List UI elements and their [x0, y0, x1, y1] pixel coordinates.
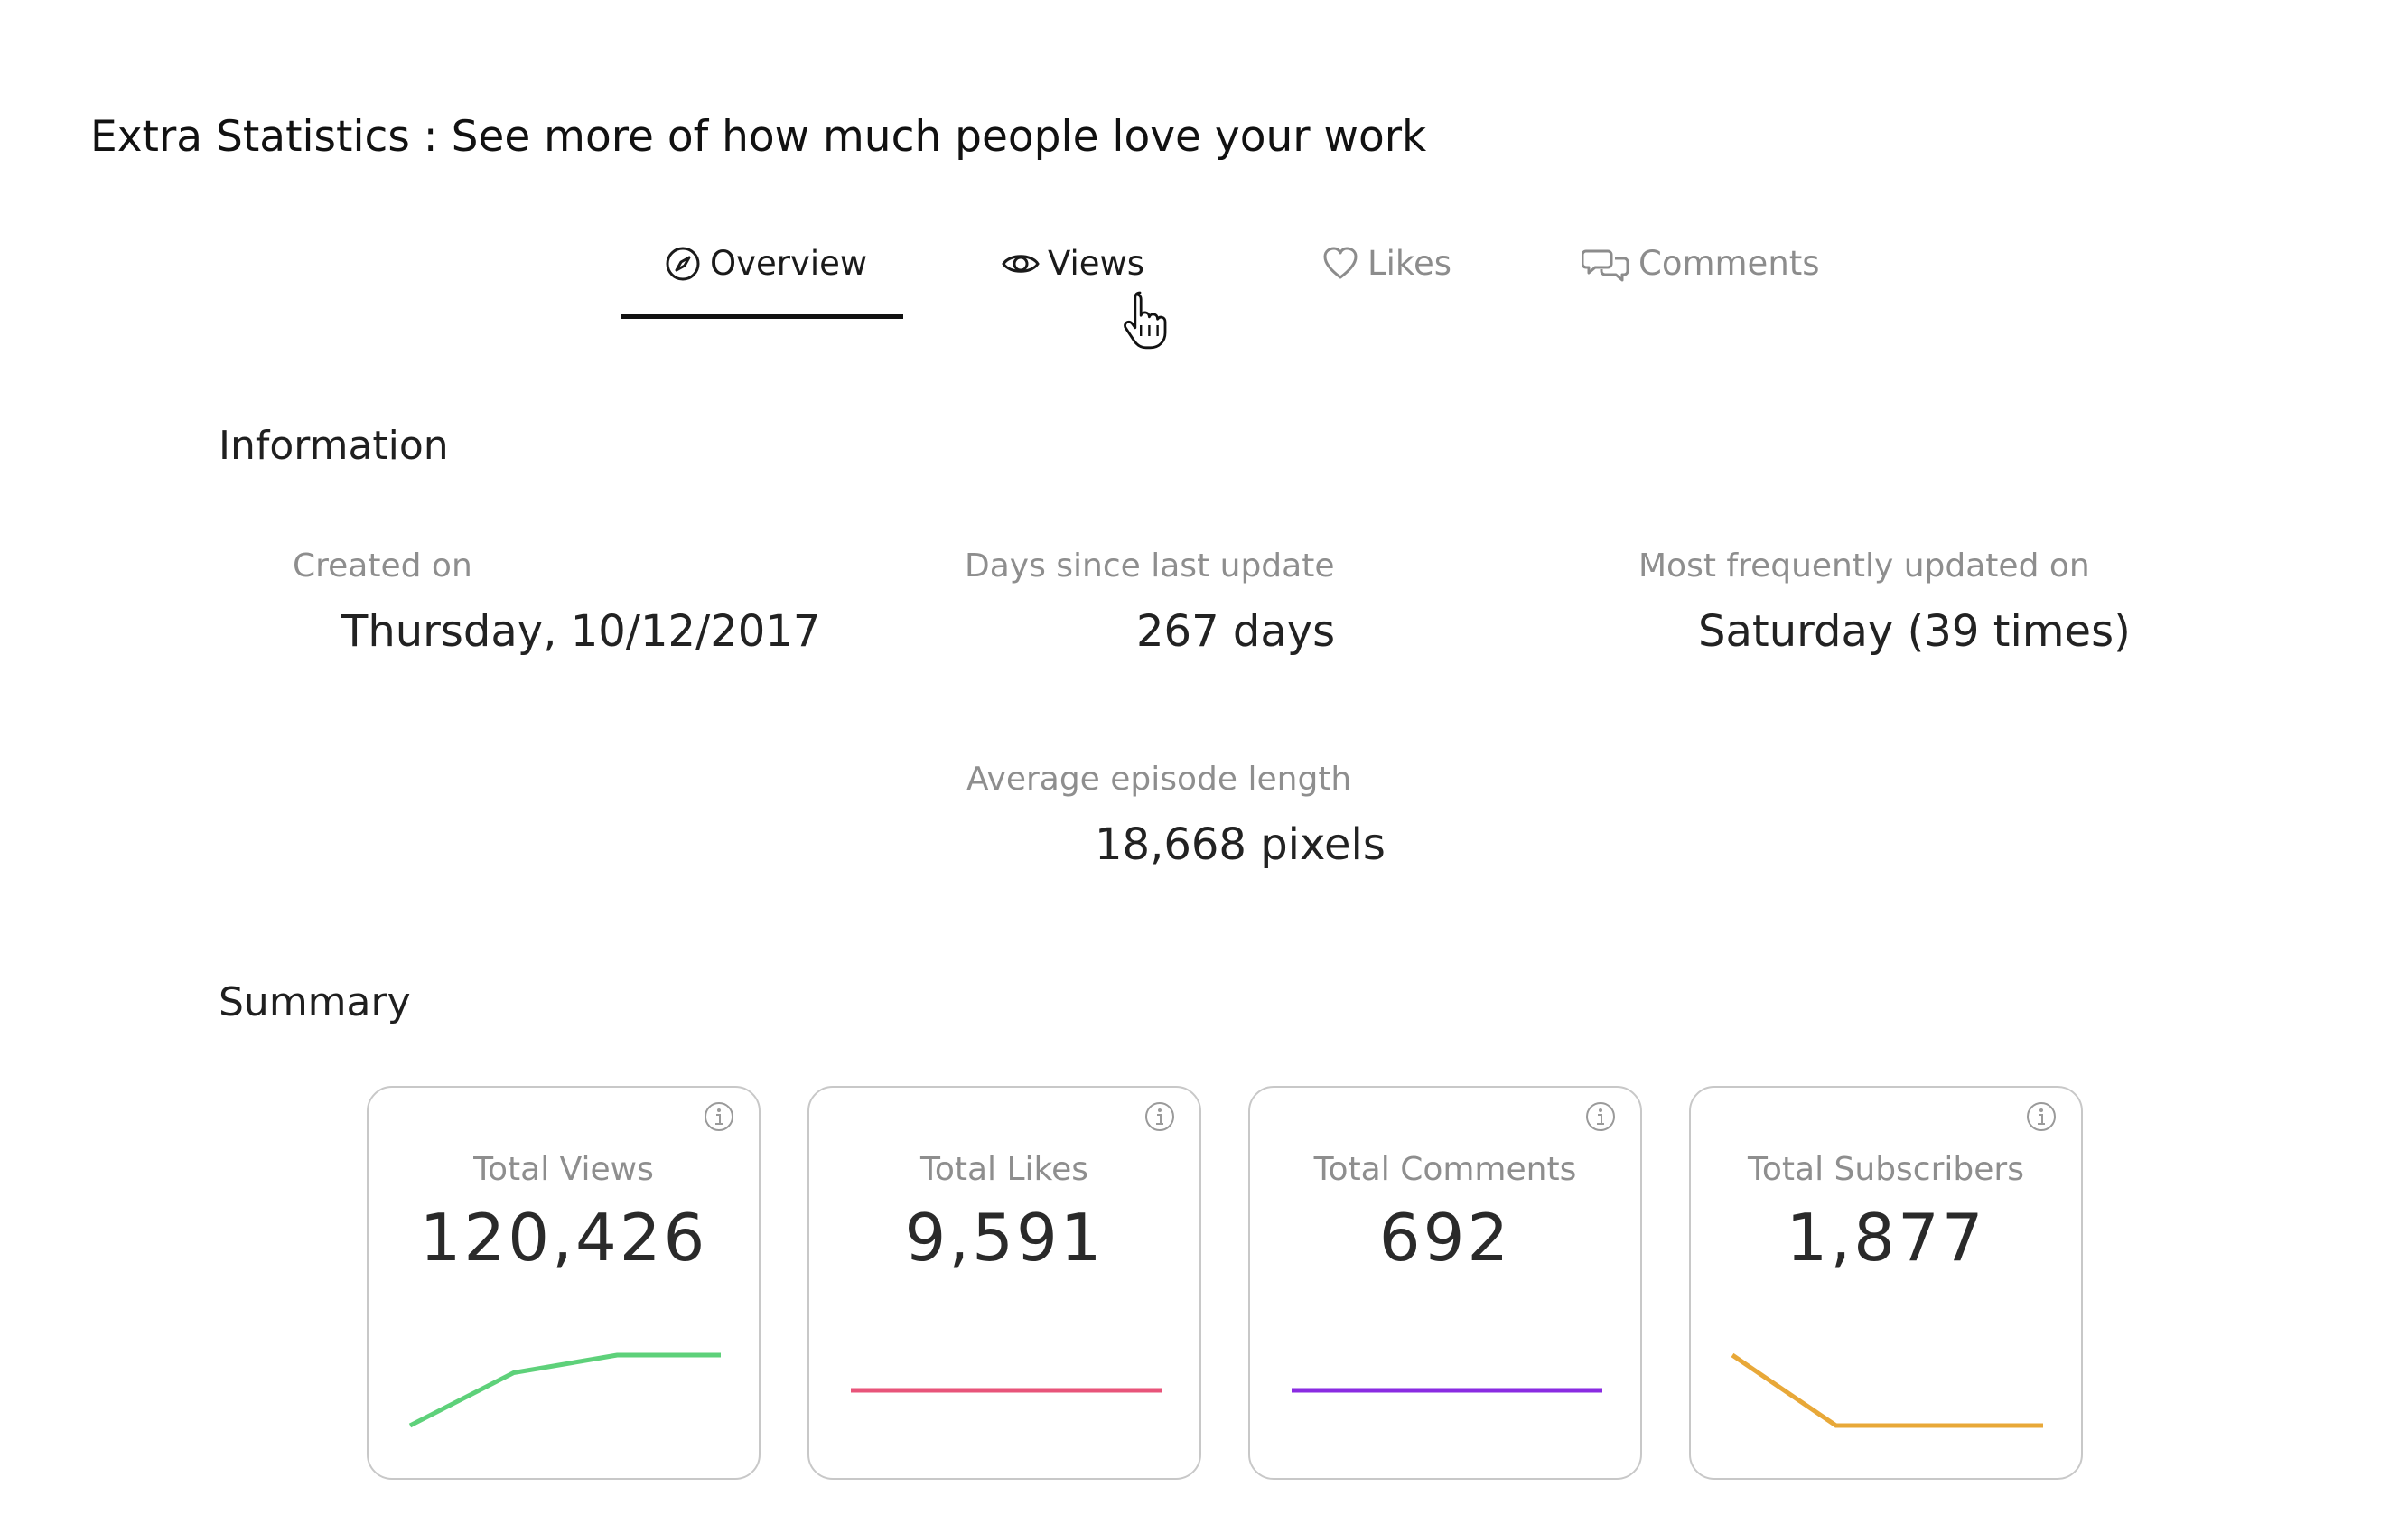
- tab-bar: Overview Views Likes Comments: [0, 244, 2408, 325]
- active-tab-indicator: [621, 314, 903, 319]
- avg-episode-length-label: Average episode length: [966, 761, 1352, 798]
- tab-label: Comments: [1638, 244, 1820, 283]
- total-comments-card: Total Comments 692: [1248, 1086, 1642, 1480]
- total-subscribers-card: Total Subscribers 1,877: [1689, 1086, 2083, 1480]
- card-label: Total Likes: [919, 1151, 1089, 1188]
- compass-icon: [666, 247, 700, 281]
- info-icon[interactable]: [1584, 1100, 1617, 1133]
- card-value: 120,426: [419, 1200, 708, 1276]
- hand-cursor-icon: [1124, 291, 1167, 350]
- most-frequent-item: Most frequently updated on Saturday (39 …: [1638, 547, 2307, 657]
- total-views-card: Total Views 120,426: [367, 1086, 761, 1480]
- tab-likes[interactable]: Likes: [1321, 244, 1451, 322]
- likes-sparkline: [851, 1388, 1162, 1393]
- card-value: 1,877: [1786, 1200, 1986, 1276]
- created-on-label: Created on: [293, 547, 472, 585]
- tab-label: Views: [1048, 244, 1145, 283]
- card-label: Total Subscribers: [1748, 1151, 2024, 1188]
- eye-icon: [1002, 255, 1040, 273]
- card-value: 9,591: [904, 1200, 1105, 1276]
- heart-icon: [1323, 247, 1358, 279]
- avg-episode-length-item: Average episode length 18,668 pixels: [966, 761, 1635, 870]
- card-label: Total Comments: [1313, 1151, 1577, 1188]
- most-frequent-label: Most frequently updated on: [1638, 547, 2090, 585]
- tab-label: Likes: [1367, 244, 1452, 283]
- total-likes-card: Total Likes 9,591: [807, 1086, 1201, 1480]
- summary-heading: Summary: [219, 979, 411, 1025]
- avg-episode-length-value: 18,668 pixels: [1095, 819, 1386, 870]
- most-frequent-value: Saturday (39 times): [1698, 606, 2131, 657]
- info-icon[interactable]: [1143, 1100, 1176, 1133]
- information-heading: Information: [219, 423, 449, 469]
- created-on-value: Thursday, 10/12/2017: [341, 606, 821, 657]
- sparkline-line: [1731, 1352, 2043, 1428]
- tab-overview[interactable]: Overview: [663, 244, 867, 322]
- sparkline-line: [408, 1352, 721, 1428]
- created-on-item: Created on Thursday, 10/12/2017: [293, 547, 961, 657]
- card-label: Total Views: [473, 1151, 654, 1188]
- tab-label: Overview: [710, 244, 868, 283]
- info-icon[interactable]: [703, 1100, 735, 1133]
- days-since-update-label: Days since last update: [965, 547, 1335, 585]
- views-sparkline: [408, 1352, 721, 1428]
- comments-sparkline: [1292, 1388, 1602, 1393]
- chat-bubbles-icon: [1582, 249, 1629, 282]
- card-value: 692: [1378, 1200, 1512, 1276]
- info-icon[interactable]: [2025, 1100, 2058, 1133]
- subscribers-sparkline: [1731, 1352, 2043, 1428]
- tab-comments[interactable]: Comments: [1582, 244, 1820, 322]
- page-title: Extra Statistics : See more of how much …: [90, 112, 1427, 162]
- days-since-update-item: Days since last update 267 days: [965, 547, 1633, 657]
- days-since-update-value: 267 days: [1136, 606, 1336, 657]
